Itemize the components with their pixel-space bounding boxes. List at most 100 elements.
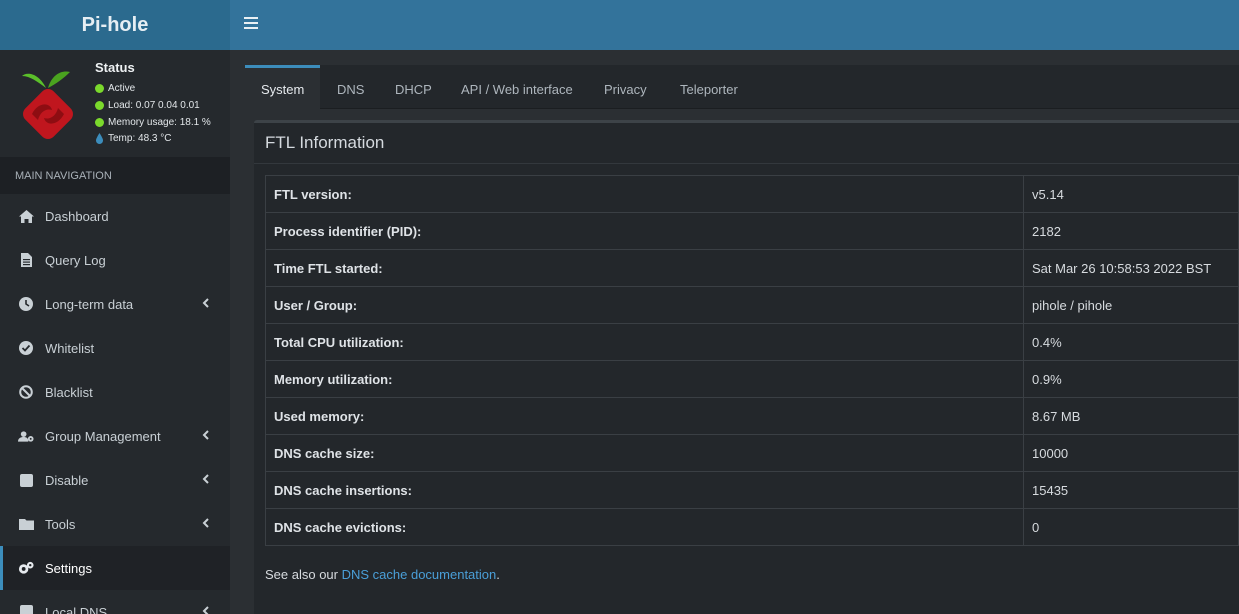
row-value: 2182: [1023, 212, 1239, 250]
main-content: System DNS DHCP API / Web interface Priv…: [245, 65, 1239, 614]
file-icon: [18, 252, 34, 268]
row-key: Time FTL started:: [265, 249, 1024, 287]
footnote-text: See also our: [265, 567, 342, 582]
row-value: 10000: [1023, 434, 1239, 472]
table-row: Memory utilization: 0.9%: [265, 360, 1239, 398]
status-load: Load: 0.07 0.04 0.01: [95, 100, 200, 111]
main-navigation-header: MAIN NAVIGATION: [0, 157, 230, 194]
status-temp: Temp: 48.3 °C: [95, 133, 171, 144]
app-logo[interactable]: Pi-hole: [0, 0, 230, 50]
table-row: Time FTL started: Sat Mar 26 10:58:53 202…: [265, 249, 1239, 287]
status-active-text: Active: [108, 83, 136, 94]
box-title: FTL Information: [265, 133, 385, 152]
ban-icon: [18, 384, 34, 400]
status-memory-text: Memory usage: 18.1 %: [108, 117, 211, 128]
table-row: Used memory: 8.67 MB: [265, 397, 1239, 435]
ftl-info-table: FTL version: v5.14 Process identifier (PID…: [265, 175, 1239, 546]
chevron-left-icon: [202, 298, 209, 308]
app-title: Pi-hole: [81, 13, 149, 36]
sidebar-item-disable[interactable]: Disable: [0, 458, 230, 502]
row-value: pihole / pihole: [1023, 286, 1239, 324]
table-row: Process identifier (PID): 2182: [265, 212, 1239, 250]
sidebar-item-label: Query Log: [45, 252, 106, 268]
status-title: Status: [95, 60, 135, 75]
nav-list: Dashboard Query Log Long-term data White…: [0, 194, 230, 614]
row-value: 0.9%: [1023, 360, 1239, 398]
status-ok-icon: [95, 101, 104, 110]
tab-system[interactable]: System: [245, 65, 320, 109]
tab-dns[interactable]: DNS: [337, 65, 364, 109]
status-ok-icon: [95, 118, 104, 127]
ftl-information-box: FTL Information FTL version: v5.14 Process…: [254, 120, 1239, 614]
pihole-logo-icon: [22, 71, 73, 139]
menu-toggle-icon[interactable]: [244, 17, 258, 33]
row-key: Total CPU utilization:: [265, 323, 1024, 361]
sidebar-item-local-dns[interactable]: Local DNS: [0, 590, 230, 614]
sidebar-item-label: Settings: [45, 560, 92, 576]
row-key: DNS cache insertions:: [265, 471, 1024, 509]
chevron-left-icon: [202, 474, 209, 484]
sidebar-item-label: Disable: [45, 472, 89, 488]
table-row: Total CPU utilization: 0.4%: [265, 323, 1239, 361]
row-value: v5.14: [1023, 175, 1239, 213]
divider: [254, 163, 1239, 164]
stop-icon: [18, 472, 34, 488]
chevron-left-icon: [202, 430, 209, 440]
sidebar-item-label: Dashboard: [45, 208, 109, 224]
row-value: 8.67 MB: [1023, 397, 1239, 435]
status-temp-text: Temp: 48.3 °C: [108, 133, 172, 144]
row-key: Process identifier (PID):: [265, 212, 1024, 250]
temperature-drop-icon: [96, 133, 103, 144]
sidebar-item-tools[interactable]: Tools: [0, 502, 230, 546]
row-key: DNS cache evictions:: [265, 508, 1024, 546]
row-key: DNS cache size:: [265, 434, 1024, 472]
clock-icon: [18, 296, 34, 312]
sidebar-item-label: Long-term data: [45, 296, 134, 312]
status-active: Active: [95, 83, 135, 94]
tab-dhcp[interactable]: DHCP: [395, 65, 432, 109]
table-row: DNS cache insertions: 15435: [265, 471, 1239, 509]
sidebar-item-label: Local DNS: [45, 604, 108, 614]
footnote: See also our DNS cache documentation.: [265, 567, 500, 582]
home-icon: [18, 208, 34, 224]
dns-cache-documentation-link[interactable]: DNS cache documentation: [342, 567, 497, 582]
users-cog-icon: [18, 428, 34, 444]
sidebar-item-group-management[interactable]: Group Management: [0, 414, 230, 458]
tab-privacy[interactable]: Privacy: [604, 65, 647, 109]
sidebar-item-label: Group Management: [45, 428, 161, 444]
row-value: Sat Mar 26 10:58:53 2022 BST: [1023, 249, 1239, 287]
sidebar-item-long-term-data[interactable]: Long-term data: [0, 282, 230, 326]
table-row: FTL version: v5.14: [265, 175, 1239, 213]
sidebar-item-blacklist[interactable]: Blacklist: [0, 370, 230, 414]
folder-icon: [18, 516, 34, 532]
tab-teleporter[interactable]: Teleporter: [680, 65, 738, 109]
sidebar-item-whitelist[interactable]: Whitelist: [0, 326, 230, 370]
chevron-left-icon: [202, 606, 209, 614]
sidebar: Status Active Load: 0.07 0.04 0.01 Memor…: [0, 50, 230, 614]
sidebar-item-label: Blacklist: [45, 384, 93, 400]
sidebar-item-settings[interactable]: Settings: [0, 546, 230, 590]
table-row: DNS cache size: 10000: [265, 434, 1239, 472]
chevron-left-icon: [202, 518, 209, 528]
table-row: DNS cache evictions: 0: [265, 508, 1239, 546]
cogs-icon: [18, 560, 34, 576]
status-panel: Status Active Load: 0.07 0.04 0.01 Memor…: [0, 50, 230, 157]
footnote-suffix: .: [496, 567, 500, 582]
row-value: 0.4%: [1023, 323, 1239, 361]
check-circle-icon: [18, 340, 34, 356]
sidebar-item-query-log[interactable]: Query Log: [0, 238, 230, 282]
sidebar-item-dashboard[interactable]: Dashboard: [0, 194, 230, 238]
row-key: User / Group:: [265, 286, 1024, 324]
row-key: Memory utilization:: [265, 360, 1024, 398]
status-ok-icon: [95, 84, 104, 93]
sidebar-item-label: Tools: [45, 516, 76, 532]
table-row: User / Group: pihole / pihole: [265, 286, 1239, 324]
row-key: FTL version:: [265, 175, 1024, 213]
status-load-text: Load: 0.07 0.04 0.01: [108, 100, 200, 111]
row-value: 0: [1023, 508, 1239, 546]
tab-api-web-interface[interactable]: API / Web interface: [461, 65, 573, 109]
status-memory: Memory usage: 18.1 %: [95, 117, 211, 128]
sidebar-item-label: Whitelist: [45, 340, 95, 356]
row-value: 15435: [1023, 471, 1239, 509]
settings-tabs: System DNS DHCP API / Web interface Priv…: [245, 65, 1239, 109]
